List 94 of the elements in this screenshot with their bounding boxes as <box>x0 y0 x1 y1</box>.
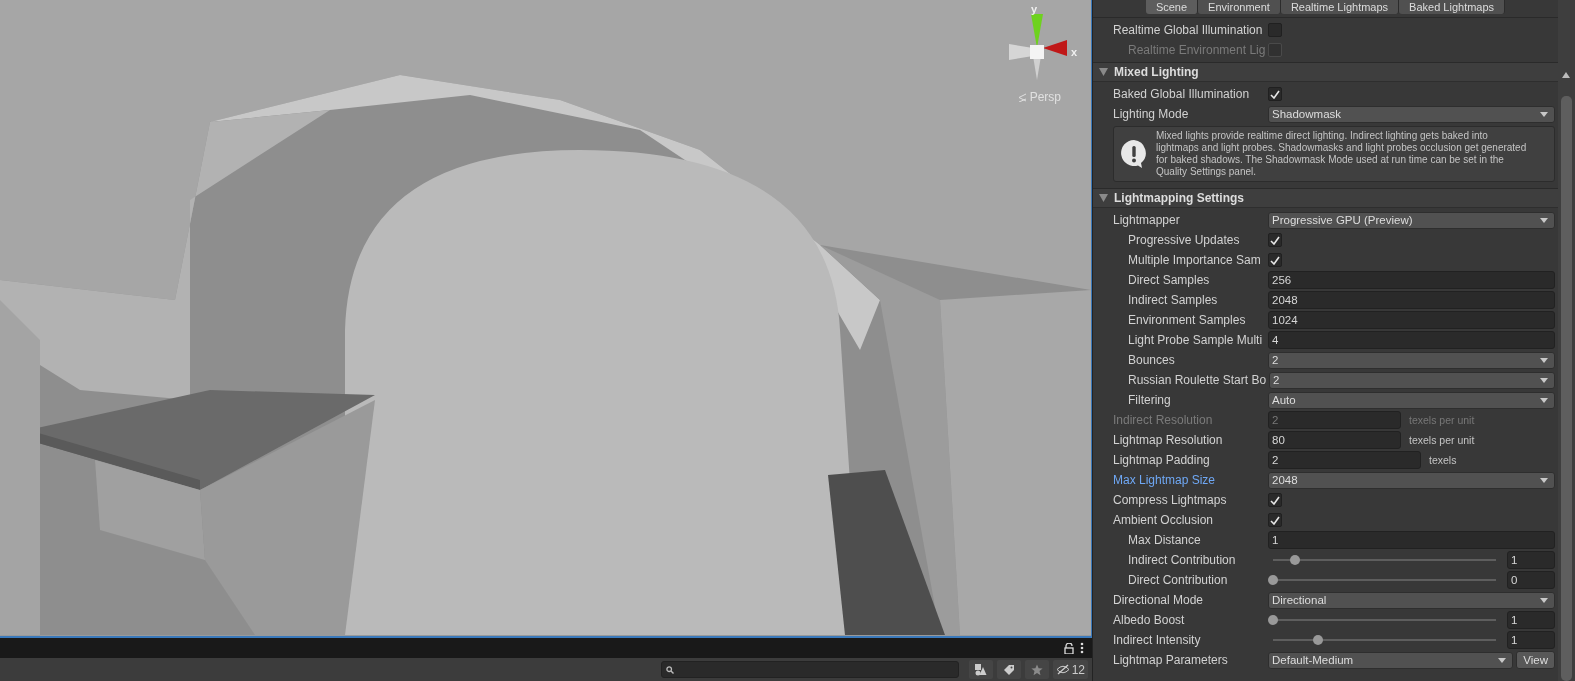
input-field[interactable]: 4 <box>1268 331 1555 349</box>
field-label: Bounces <box>1128 352 1176 368</box>
caret-icon <box>1540 477 1548 483</box>
checkmark-icon <box>1270 89 1280 99</box>
field-label: Max Lightmap Size <box>1113 472 1217 488</box>
caret-icon <box>1540 357 1548 363</box>
input-field[interactable]: 256 <box>1268 271 1555 289</box>
dropdown[interactable]: Directional <box>1268 591 1555 609</box>
caret-icon <box>1540 217 1548 223</box>
tag-button[interactable] <box>996 660 1021 679</box>
caret-icon <box>1498 657 1507 663</box>
field-label: Directional Mode <box>1113 592 1205 608</box>
foldout-caret-icon <box>1099 68 1108 76</box>
field-label: Albedo Boost <box>1113 612 1186 628</box>
input-field[interactable]: 1 <box>1507 611 1555 629</box>
tag-icon <box>1002 663 1015 676</box>
input-field[interactable]: 1 <box>1268 531 1555 549</box>
checkbox[interactable] <box>1268 23 1282 37</box>
warning-icon <box>1120 139 1148 169</box>
help-text: Mixed lights provide realtime direct lighting. Indirect lighting gets baked into lightmaps and light probes. Shadowmasks and light probes occlusion get generated for baked shadows. The Shadowmask Mode used at run time can be set in the Quality Settings panel. <box>1156 130 1528 178</box>
slider-thumb[interactable] <box>1268 575 1278 585</box>
tab[interactable]: Realtime Lightmaps <box>1280 0 1400 14</box>
field-label: Lightmap Resolution <box>1113 432 1224 448</box>
dropdown[interactable]: 2 <box>1268 351 1555 369</box>
search-icon <box>665 665 674 674</box>
checkbox[interactable] <box>1268 493 1282 507</box>
field-label: Filtering <box>1128 392 1172 408</box>
lock-icon[interactable] <box>1064 642 1074 654</box>
field-label: Lightmap Padding <box>1113 452 1211 468</box>
input-field[interactable]: 2 <box>1268 451 1421 469</box>
field-label: Lightmap Parameters <box>1113 652 1229 668</box>
eye-off-icon <box>1055 664 1070 675</box>
perspective-icon <box>1017 92 1027 102</box>
checkbox[interactable] <box>1268 87 1282 101</box>
hidden-objects-button[interactable]: 12 <box>1052 660 1088 679</box>
field-label: Light Probe Sample Multi <box>1128 332 1264 348</box>
field-label: Indirect Samples <box>1128 292 1219 308</box>
slider-thumb[interactable] <box>1268 615 1278 625</box>
section-header[interactable]: Lightmapping Settings <box>1093 188 1558 208</box>
field-label: Direct Samples <box>1128 272 1211 288</box>
checkbox[interactable] <box>1268 253 1282 267</box>
field-label: Progressive Updates <box>1128 232 1241 248</box>
star-icon <box>1030 663 1043 676</box>
input-field[interactable]: 0 <box>1507 571 1555 589</box>
slider-thumb[interactable] <box>1290 555 1301 565</box>
caret-icon <box>1540 111 1548 117</box>
tab[interactable]: Baked Lightmaps <box>1399 0 1506 14</box>
shapes-button[interactable] <box>968 660 993 679</box>
input-field[interactable]: 1 <box>1507 551 1555 569</box>
field-label: Indirect Resolution <box>1113 412 1214 428</box>
caret-icon <box>1540 397 1548 403</box>
shapes-icon <box>974 663 988 676</box>
checkbox[interactable] <box>1268 233 1282 247</box>
dropdown[interactable]: Default-Medium <box>1268 651 1514 669</box>
caret-icon <box>1540 597 1548 603</box>
field-label: Lighting Mode <box>1113 106 1190 122</box>
field-label: Realtime Environment Lig <box>1128 42 1267 58</box>
scroll-up-icon <box>1562 72 1570 78</box>
field-label: Indirect Contribution <box>1128 552 1237 568</box>
dropdown[interactable]: 2 <box>1269 371 1555 389</box>
field-label: Environment Samples <box>1128 312 1247 328</box>
input-field[interactable]: 1024 <box>1268 311 1555 329</box>
field-label: Baked Global Illumination <box>1113 86 1251 102</box>
unit-label: texels per unit <box>1409 414 1475 426</box>
favorites-button[interactable] <box>1024 660 1049 679</box>
section-header[interactable]: Mixed Lighting <box>1093 62 1558 82</box>
field-label: Direct Contribution <box>1128 572 1229 588</box>
dropdown[interactable]: 2048 <box>1268 471 1555 489</box>
tab[interactable]: Environment <box>1198 0 1281 14</box>
search-field[interactable] <box>660 661 959 678</box>
scrollbar[interactable] <box>1558 0 1575 681</box>
field-label: Multiple Importance Sam <box>1128 252 1262 268</box>
field-label: Russian Roulette Start Bo <box>1128 372 1268 388</box>
dropdown[interactable]: Auto <box>1268 391 1555 409</box>
dropdown[interactable]: Shadowmask <box>1268 105 1555 123</box>
field-label: Indirect Intensity <box>1113 632 1202 648</box>
foldout-caret-icon <box>1099 194 1108 202</box>
checkbox[interactable] <box>1268 513 1282 527</box>
dropdown[interactable]: Progressive GPU (Preview) <box>1268 211 1555 229</box>
caret-icon <box>1540 377 1548 383</box>
more-options-icon[interactable] <box>1080 642 1084 654</box>
tab[interactable]: Scene <box>1145 0 1199 14</box>
unit-label: texels per unit <box>1409 434 1475 446</box>
field-label: Ambient Occlusion <box>1113 512 1215 528</box>
input-field[interactable]: 1 <box>1507 631 1555 649</box>
unit-label: texels <box>1429 454 1457 466</box>
input-field[interactable]: 2048 <box>1268 291 1555 309</box>
view-button[interactable]: View <box>1516 651 1555 669</box>
field-label: Compress Lightmaps <box>1113 492 1228 508</box>
field-label: Lightmapper <box>1113 212 1181 228</box>
field-label: Realtime Global Illumination <box>1113 22 1264 38</box>
field-label: Max Distance <box>1128 532 1202 548</box>
slider-thumb[interactable] <box>1312 635 1323 645</box>
input-field[interactable]: 80 <box>1268 431 1401 449</box>
